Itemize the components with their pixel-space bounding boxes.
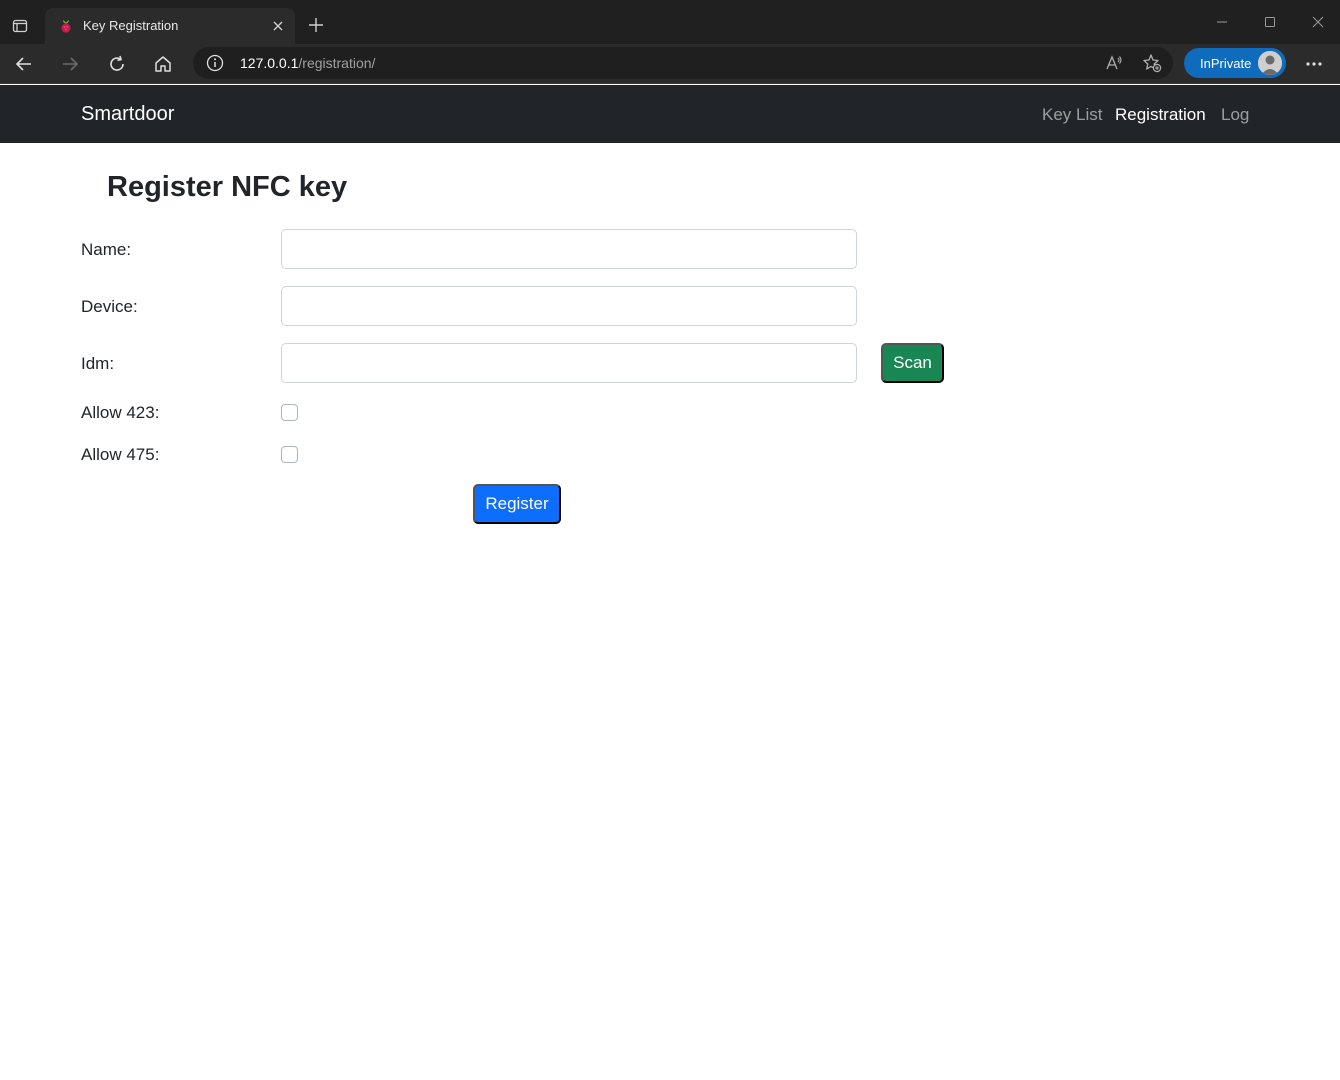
more-options-icon[interactable] <box>1302 52 1326 76</box>
url-text: 127.0.0.1/registration/ <box>240 55 375 71</box>
maximize-icon[interactable] <box>1260 12 1280 32</box>
new-tab-icon[interactable] <box>305 14 327 36</box>
name-label: Name: <box>81 240 132 259</box>
page-title: Register NFC key <box>107 171 348 203</box>
address-bar[interactable]: 127.0.0.1/registration/ <box>193 47 1173 79</box>
nav-link-log[interactable]: Log <box>1221 105 1249 125</box>
browser-tab[interactable]: Key Registration <box>45 8 295 44</box>
nav-link-registration[interactable]: Registration <box>1115 105 1206 125</box>
site-navbar: Smartdoor Key List Registration Log <box>0 85 1340 143</box>
forward-arrow-icon[interactable] <box>57 51 83 77</box>
device-label: Device: <box>81 297 138 316</box>
allow-423-checkbox[interactable] <box>281 404 298 421</box>
register-button[interactable]: Register <box>473 484 561 524</box>
browser-tab-bar: Key Registration <box>0 0 1340 44</box>
minimize-icon[interactable] <box>1212 12 1232 32</box>
allow-475-label: Allow 475: <box>81 445 160 464</box>
tab-actions-icon[interactable] <box>8 14 32 38</box>
allow-475-checkbox[interactable] <box>281 446 298 463</box>
idm-input[interactable] <box>281 343 857 383</box>
profile-avatar-icon <box>1258 51 1282 75</box>
reload-icon[interactable] <box>104 51 130 77</box>
scan-button[interactable]: Scan <box>881 343 944 383</box>
home-icon[interactable] <box>150 51 176 77</box>
device-input[interactable] <box>281 286 857 326</box>
add-favorite-icon[interactable] <box>1142 53 1162 73</box>
nav-link-key-list[interactable]: Key List <box>1042 105 1102 125</box>
raspberry-favicon-icon <box>58 18 74 34</box>
site-info-icon[interactable] <box>206 54 224 72</box>
read-aloud-icon[interactable] <box>1104 53 1124 73</box>
inprivate-label: InPrivate <box>1200 56 1252 71</box>
url-host: 127.0.0.1 <box>240 55 299 71</box>
browser-toolbar: 127.0.0.1/registration/ InPrivate <box>0 44 1340 84</box>
url-path: /registration/ <box>298 55 376 71</box>
back-arrow-icon[interactable] <box>11 51 37 77</box>
window-close-icon[interactable] <box>1308 12 1328 32</box>
allow-423-label: Allow 423: <box>81 403 160 422</box>
idm-label: Idm: <box>81 354 115 373</box>
tab-close-icon[interactable] <box>269 17 287 35</box>
navbar-brand[interactable]: Smartdoor <box>81 103 174 126</box>
tab-title: Key Registration <box>83 18 179 33</box>
inprivate-button[interactable]: InPrivate <box>1184 48 1286 78</box>
name-input[interactable] <box>281 229 857 269</box>
